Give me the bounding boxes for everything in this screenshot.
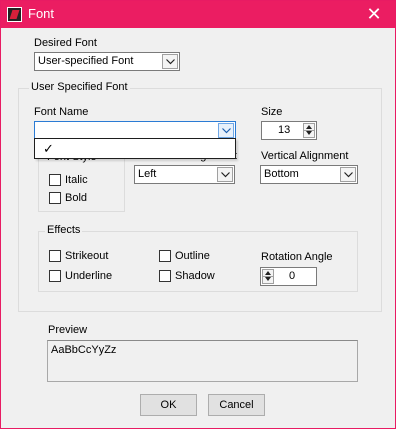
rotation-angle-value: 0 [289,270,296,282]
rotation-spin-buttons [262,269,274,284]
rotation-angle-spinner[interactable]: 0 [260,267,317,286]
close-button[interactable]: ✕ [357,2,391,27]
font-name-dropdown-list: ✓ [34,138,236,159]
title-bar: Font ✕ [1,1,395,28]
user-specified-font-title: User Specified Font [29,81,130,93]
horizontal-alignment-value: Left [138,168,157,180]
chevron-down-icon[interactable] [218,123,234,138]
strikeout-checkbox[interactable] [49,250,61,262]
vertical-alignment-value: Bottom [264,168,299,180]
font-name-label: Font Name [34,106,89,118]
size-spinner[interactable]: 13 [261,121,317,140]
window-title: Font [28,6,55,21]
chevron-down-icon[interactable] [162,54,178,69]
rotation-angle-label: Rotation Angle [261,251,333,263]
strikeout-label: Strikeout [65,250,109,262]
horizontal-alignment-combo[interactable]: Left [134,165,235,184]
effects-title: Effects [45,224,83,236]
desired-font-value: User-specified Font [38,55,134,67]
outline-checkbox[interactable] [159,250,171,262]
preview-box: AaBbCcYyZz [47,340,358,382]
close-icon: ✕ [366,4,382,24]
dropdown-item[interactable]: ✓ [36,140,234,157]
desired-font-combo[interactable]: User-specified Font [34,52,180,71]
checkmark-icon: ✓ [43,141,54,156]
app-icon [7,7,22,22]
vertical-alignment-combo[interactable]: Bottom [260,165,358,184]
italic-label: Italic [65,174,88,186]
shadow-checkbox[interactable] [159,270,171,282]
bold-checkbox[interactable] [49,192,61,204]
underline-label: Underline [65,270,113,282]
vertical-alignment-label: Vertical Alignment [261,150,349,162]
preview-label: Preview [48,324,88,336]
desired-font-label: Desired Font [34,37,97,49]
ok-button[interactable]: OK [140,394,197,416]
spin-down-icon[interactable] [263,276,273,283]
cancel-button[interactable]: Cancel [208,394,265,416]
bold-label: Bold [65,192,88,204]
outline-label: Outline [175,250,210,262]
shadow-label: Shadow [175,270,215,282]
italic-checkbox[interactable] [49,174,61,186]
spin-down-icon[interactable] [304,130,314,137]
chevron-down-icon[interactable] [340,167,356,182]
preview-sample-text: AaBbCcYyZz [51,344,117,356]
font-dialog: Font ✕ Desired Font User-specified Font … [0,0,396,429]
size-spin-buttons [303,123,315,138]
size-label: Size [261,106,283,118]
underline-checkbox[interactable] [49,270,61,282]
size-value: 13 [278,124,291,136]
chevron-down-icon[interactable] [217,167,233,182]
